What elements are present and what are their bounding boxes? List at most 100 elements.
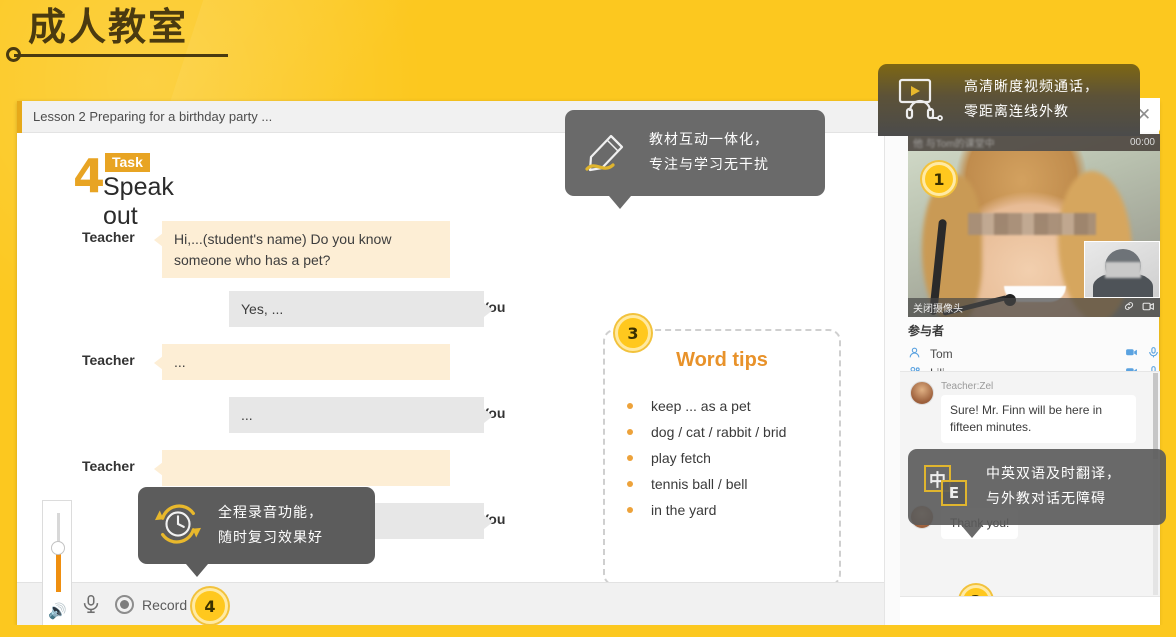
user-icon bbox=[908, 346, 924, 362]
privacy-blur-self bbox=[1105, 262, 1141, 278]
record-button[interactable] bbox=[115, 595, 134, 614]
dialogue-row: You ... bbox=[17, 397, 537, 450]
bubble-tail bbox=[484, 303, 493, 317]
tooltip-translation: 中 E 中英双语及时翻译， 与外教对话无障碍 bbox=[908, 449, 1166, 538]
tooltip-arrow bbox=[961, 525, 983, 538]
participant-row[interactable]: Tom bbox=[908, 344, 1160, 363]
word-tip-text: tennis ball / bell bbox=[651, 476, 748, 492]
bubble-tail bbox=[484, 409, 493, 423]
word-tip-text: play fetch bbox=[651, 450, 711, 466]
chat-message-body: Teacher:Zel Sure! Mr. Finn will be here … bbox=[941, 381, 1136, 443]
cn-en-icon-bottom: E bbox=[941, 480, 967, 506]
dialogue-row: Teacher ... bbox=[17, 344, 537, 397]
self-view-thumbnail[interactable] bbox=[1084, 241, 1160, 298]
camera-icon[interactable] bbox=[1142, 300, 1155, 316]
step-badge-2: 2 bbox=[960, 585, 992, 596]
page-title: 成人教室 bbox=[28, 5, 189, 49]
tooltip-video-call: 高清晰度视频通话， 零距离连线外教 bbox=[878, 64, 1140, 136]
clock-refresh-icon bbox=[154, 500, 202, 552]
tooltip-line-1: 教材互动一体化， bbox=[649, 132, 769, 148]
word-tips-list: keep ... as a pet dog / cat / rabbit / b… bbox=[627, 393, 786, 523]
microphone-icon[interactable] bbox=[80, 593, 102, 615]
dialogue-speaker-label: Teacher bbox=[82, 352, 135, 368]
word-tip-item: dog / cat / rabbit / brid bbox=[627, 419, 786, 445]
video-header: 他 与Tom的课堂中 00:00 bbox=[908, 134, 1160, 151]
record-label: Record bbox=[142, 597, 188, 613]
word-tip-item: play fetch bbox=[627, 445, 786, 471]
tooltip-line-1: 高清晰度视频通话， bbox=[964, 79, 1099, 95]
tooltip-arrow bbox=[609, 196, 631, 209]
volume-knob[interactable] bbox=[51, 541, 65, 555]
tooltip-text: 高清晰度视频通话， 零距离连线外教 bbox=[964, 75, 1099, 125]
dialogue-row: You Yes, ... bbox=[17, 291, 537, 344]
footer-strip bbox=[0, 625, 1176, 637]
bullet-icon bbox=[627, 507, 633, 513]
pencil-underline-icon bbox=[581, 127, 633, 179]
tooltip-line-2: 专注与学习无干扰 bbox=[649, 157, 769, 173]
dialogue-bubble-teacher[interactable]: Hi,...(student's name) Do you know someo… bbox=[162, 221, 450, 278]
bullet-icon bbox=[627, 481, 633, 487]
speaker-icon[interactable]: 🔊 bbox=[48, 604, 67, 619]
chat-sender-name: Teacher:Zel bbox=[941, 381, 994, 392]
video-session-name: 他 与Tom的课堂中 bbox=[913, 139, 995, 150]
avatar bbox=[910, 381, 934, 405]
tooltip-text: 教材互动一体化， 专注与学习无干扰 bbox=[649, 128, 769, 178]
tooltip-line-1: 全程录音功能， bbox=[218, 504, 323, 521]
title-underline-dash bbox=[204, 54, 228, 57]
word-tip-text: dog / cat / rabbit / brid bbox=[651, 424, 787, 440]
dialogue-speaker-label: Teacher bbox=[82, 229, 135, 245]
word-tips-panel: Word tips keep ... as a pet dog / cat / … bbox=[603, 329, 841, 586]
step-badge-4: 4 bbox=[192, 588, 228, 624]
cn-en-icon: 中 E bbox=[924, 465, 970, 509]
word-tip-item: keep ... as a pet bbox=[627, 393, 786, 419]
link-icon[interactable] bbox=[1123, 300, 1135, 315]
title-underline bbox=[14, 54, 224, 57]
dialogue-row: Teacher Hi,...(student's name) Do you kn… bbox=[17, 221, 537, 291]
camera-toggle-label[interactable]: 关闭摄像头 bbox=[913, 300, 963, 315]
video-footer-bar: 关闭摄像头 bbox=[908, 298, 1160, 317]
bullet-icon bbox=[627, 429, 633, 435]
word-tip-text: in the yard bbox=[651, 502, 717, 518]
dialogue-bubble-teacher[interactable] bbox=[162, 450, 450, 486]
tooltip-text: 全程录音功能， 随时复习效果好 bbox=[218, 501, 323, 551]
participant-name: Tom bbox=[930, 346, 953, 361]
word-tip-text: keep ... as a pet bbox=[651, 398, 751, 414]
video-headset-icon bbox=[894, 75, 948, 125]
tooltip-interactive-material: 教材互动一体化， 专注与学习无干扰 bbox=[565, 110, 825, 209]
task-number: 4 bbox=[73, 149, 106, 203]
dialogue-bubble-you[interactable]: Yes, ... bbox=[229, 291, 484, 327]
chat-bubble: Sure! Mr. Finn will be here in fifteen m… bbox=[941, 395, 1136, 443]
participants-title: 参与者 bbox=[908, 324, 945, 338]
right-panel: 他 与Tom的课堂中 00:00 1 关闭摄像头 参与者 Tom Teacher… bbox=[884, 101, 1160, 625]
dialogue-speaker-label: Teacher bbox=[82, 458, 135, 474]
privacy-blur-bar bbox=[968, 213, 1096, 235]
bullet-icon bbox=[627, 403, 633, 409]
chat-message: Teacher:Zel Sure! Mr. Finn will be here … bbox=[910, 381, 1150, 443]
tooltip-line-1: 中英双语及时翻译， bbox=[986, 466, 1121, 482]
step-badge-1: 1 bbox=[922, 162, 956, 196]
mic-icon[interactable] bbox=[1147, 346, 1160, 362]
chat-input[interactable] bbox=[900, 596, 1160, 625]
tooltip-line-2: 随时复习效果好 bbox=[218, 529, 323, 546]
volume-slider[interactable]: 🔊 bbox=[42, 500, 72, 625]
tooltip-line-2: 与外教对话无障碍 bbox=[986, 491, 1106, 507]
word-tip-item: in the yard bbox=[627, 497, 786, 523]
bubble-tail bbox=[484, 515, 493, 529]
video-timer: 00:00 bbox=[1129, 137, 1155, 148]
page-title-block: 成人教室 bbox=[6, 4, 228, 62]
tooltip-line-2: 零距离连线外教 bbox=[964, 104, 1069, 120]
tooltip-text: 中英双语及时翻译， 与外教对话无障碍 bbox=[986, 462, 1121, 512]
lesson-accent-bar bbox=[17, 101, 22, 133]
step-badge-3: 3 bbox=[615, 315, 651, 351]
video-icon[interactable] bbox=[1125, 346, 1138, 362]
word-tip-item: tennis ball / bell bbox=[627, 471, 786, 497]
video-call-view[interactable]: 他 与Tom的课堂中 00:00 1 关闭摄像头 bbox=[908, 134, 1160, 317]
participant-actions bbox=[1125, 346, 1160, 362]
word-tips-title: Word tips bbox=[676, 349, 768, 371]
dialogue-bubble-you[interactable]: ... bbox=[229, 397, 484, 433]
volume-fill bbox=[56, 549, 61, 592]
app-root: 成人教室 Lesson 2 Preparing for a birthday p… bbox=[0, 0, 1176, 637]
lesson-title: Lesson 2 Preparing for a birthday party … bbox=[33, 109, 273, 124]
dialogue-bubble-teacher[interactable]: ... bbox=[162, 344, 450, 380]
task-badge: Task bbox=[105, 153, 150, 172]
